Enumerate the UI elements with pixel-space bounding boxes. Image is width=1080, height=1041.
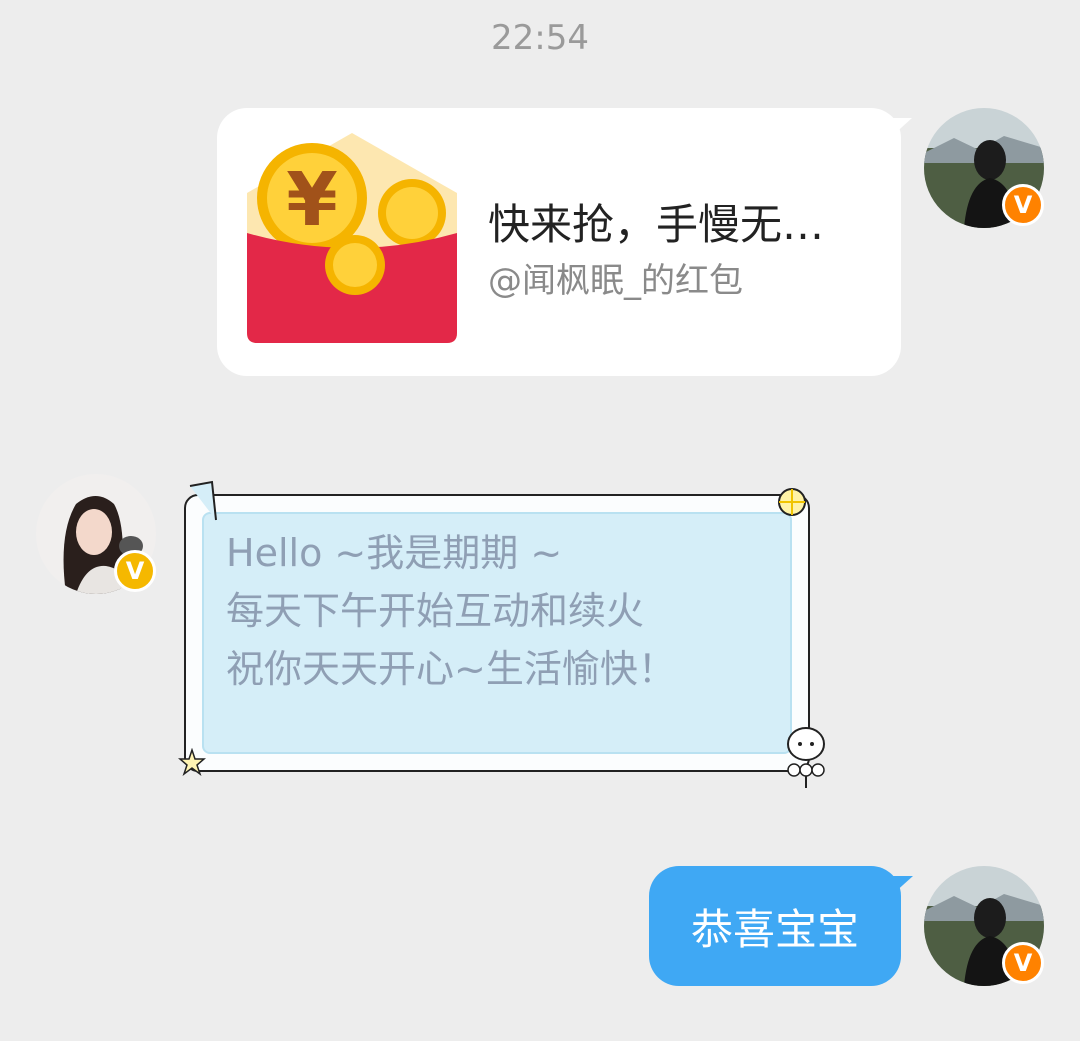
red-packet-sender: @闻枫眠_的红包 xyxy=(488,261,743,301)
my-avatar[interactable]: V xyxy=(924,108,1044,228)
star-decoration-icon xyxy=(178,748,206,776)
lemon-decoration-icon xyxy=(778,488,806,516)
message-text: Hello ~我是期期 ~ 每天下午开始互动和续火 祝你天天开心~生活愉快！ xyxy=(226,524,796,698)
my-avatar[interactable]: V xyxy=(924,866,1044,986)
incoming-message-bubble[interactable]: Hello ~我是期期 ~ 每天下午开始互动和续火 祝你天天开心~生活愉快！ xyxy=(178,480,825,788)
verified-badge-icon: V xyxy=(1002,942,1044,984)
straw-decoration-icon xyxy=(189,480,217,521)
red-envelope-coins-icon: ¥ xyxy=(247,133,457,343)
red-packet-card[interactable]: ¥ 快来抢，手慢无… @闻枫眠_的红包 xyxy=(217,108,901,376)
outgoing-message-bubble[interactable]: 恭喜宝宝 xyxy=(649,866,901,986)
red-packet-title: 快来抢，手慢无… xyxy=(488,200,825,249)
verified-badge-icon: V xyxy=(114,550,156,592)
bubble-tail xyxy=(890,118,912,138)
bubble-tail xyxy=(893,876,913,894)
contact-avatar[interactable]: V xyxy=(36,474,156,594)
message-line: 每天下午开始互动和续火 xyxy=(226,589,645,633)
svg-text:¥: ¥ xyxy=(286,157,338,243)
message-timestamp: 22:54 xyxy=(491,18,589,58)
verified-badge-icon: V xyxy=(1002,184,1044,226)
message-line: Hello ~我是期期 ~ xyxy=(226,531,563,575)
message-line: 祝你天天开心~生活愉快！ xyxy=(226,647,676,691)
pochacco-decoration-icon xyxy=(787,727,825,788)
